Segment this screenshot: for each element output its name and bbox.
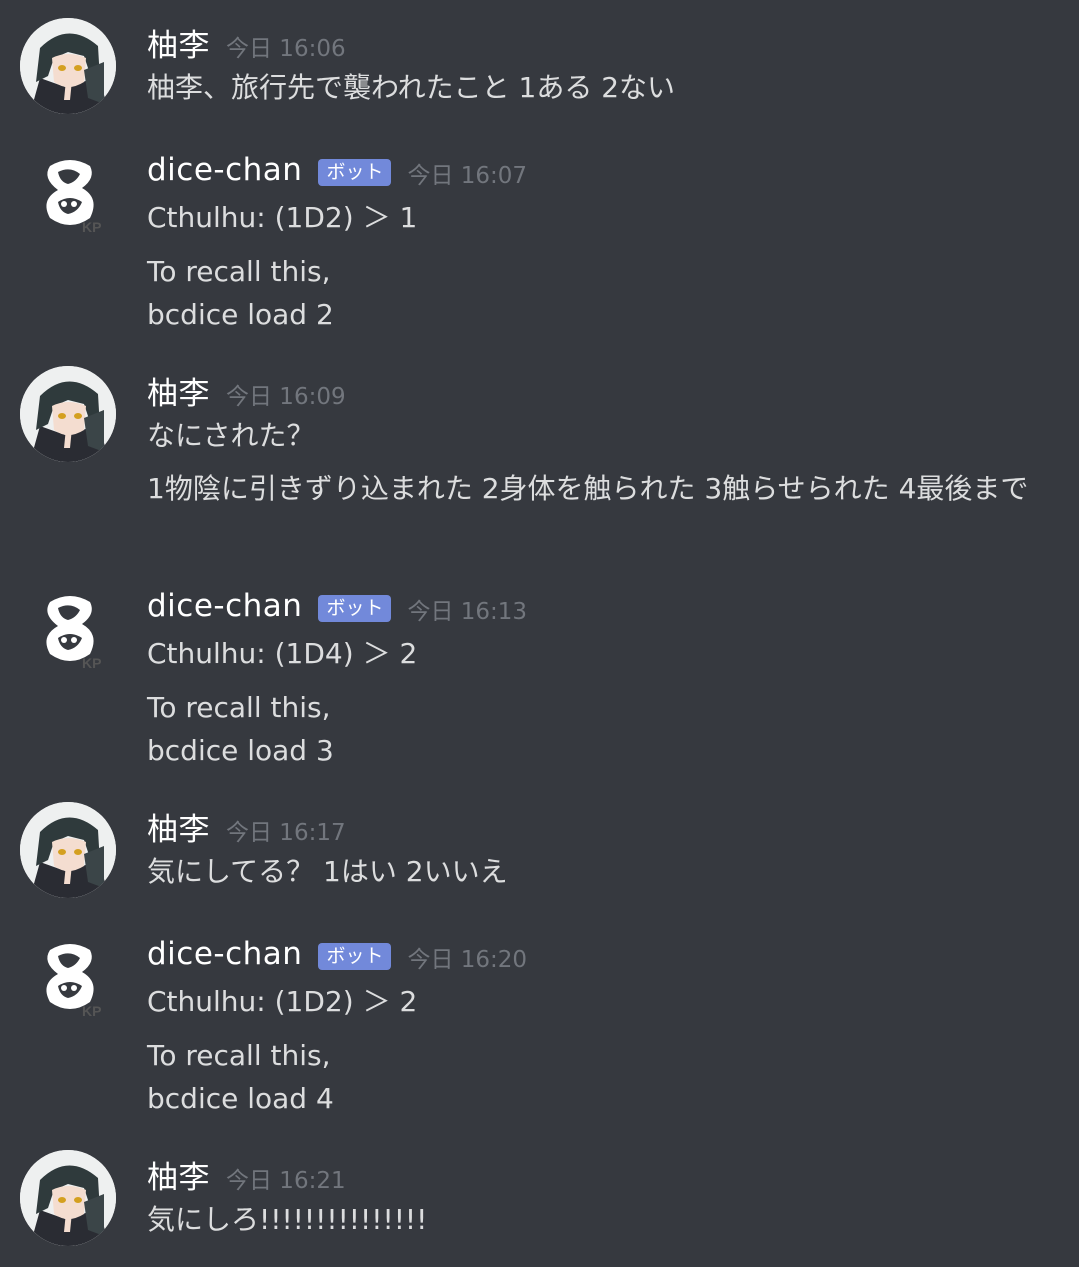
message-text: なにされた？ (147, 419, 315, 452)
message-text: Cthulhu: (1D4) ＞ 2 (147, 637, 418, 670)
message-timestamp: 今日 16:21 (226, 1167, 346, 1194)
author-name[interactable]: dice-chan (147, 152, 302, 188)
message-text: 1物陰に引きずり込まれた 2身体を触られた 3触らせられた 4最後まで (147, 472, 1029, 505)
message-text: To recall this, (147, 255, 331, 288)
bot-badge: ボット (318, 158, 392, 186)
author-name[interactable]: dice-chan (147, 588, 302, 624)
message-timestamp: 今日 16:09 (226, 383, 346, 410)
svg-text:KP: KP (82, 655, 101, 671)
user-avatar-icon[interactable] (20, 802, 116, 898)
svg-text:KP: KP (82, 219, 101, 235)
user-avatar-icon[interactable] (20, 18, 116, 114)
bot-avatar-icon[interactable]: KP (20, 584, 116, 680)
message-text: 気にしろ!!!!!!!!!!!!!!! (147, 1203, 428, 1236)
bot-avatar-icon[interactable]: KP (20, 932, 116, 1028)
message-text: To recall this, (147, 691, 331, 724)
author-name[interactable]: 柚李 (147, 20, 210, 65)
user-avatar-icon[interactable] (20, 1150, 116, 1246)
svg-text:KP: KP (82, 1003, 101, 1019)
message-text: Cthulhu: (1D2) ＞ 1 (147, 201, 418, 234)
message-timestamp: 今日 16:17 (226, 819, 346, 846)
author-name[interactable]: 柚李 (147, 368, 210, 413)
message-text: To recall this, (147, 1039, 331, 1072)
author-name[interactable]: 柚李 (147, 804, 210, 849)
user-avatar-icon[interactable] (20, 366, 116, 462)
bot-badge: ボット (318, 594, 392, 622)
bot-badge: ボット (318, 942, 392, 970)
message-text: bcdice load 4 (147, 1082, 334, 1115)
author-name[interactable]: 柚李 (147, 1152, 210, 1197)
message-timestamp: 今日 16:06 (226, 35, 346, 62)
message-text: 柚李、旅行先で襲われたこと 1ある 2ない (147, 71, 676, 104)
message-timestamp: 今日 16:20 (407, 947, 528, 973)
message-timestamp: 今日 16:13 (407, 599, 528, 625)
message-timestamp: 今日 16:07 (407, 163, 528, 189)
message-text: bcdice load 3 (147, 734, 334, 767)
bot-avatar-icon[interactable]: KP (20, 148, 116, 244)
author-name[interactable]: dice-chan (147, 936, 302, 972)
message-text: Cthulhu: (1D2) ＞ 2 (147, 985, 418, 1018)
message-text: bcdice load 2 (147, 298, 334, 331)
message-text: 気にしてる？ 1はい 2いいえ (147, 855, 508, 888)
